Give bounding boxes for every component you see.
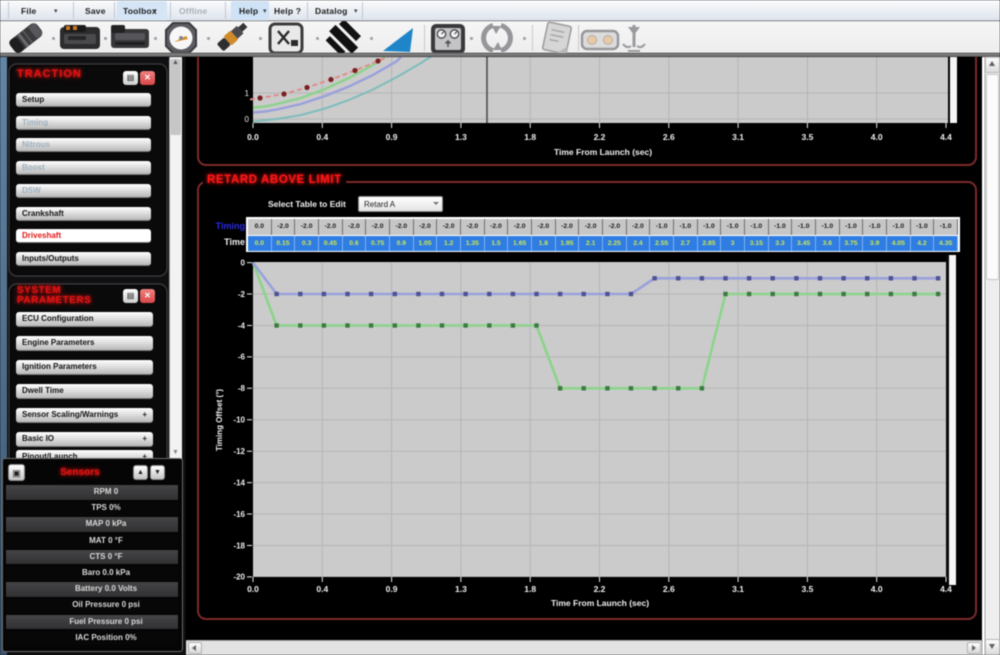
svg-text:1.3: 1.3: [455, 132, 467, 142]
svg-text:-4: -4: [238, 321, 246, 330]
svg-text:Time From Launch (sec): Time From Launch (sec): [551, 598, 649, 608]
svg-text:0.9: 0.9: [386, 132, 398, 142]
svg-text:-16: -16: [233, 510, 245, 519]
svg-text:1.3: 1.3: [455, 584, 467, 594]
svg-text:3.1: 3.1: [732, 584, 744, 594]
svg-text:-20: -20: [233, 573, 245, 582]
svg-text:4.4: 4.4: [940, 584, 952, 594]
svg-text:0.4: 0.4: [316, 584, 328, 594]
svg-text:0: 0: [245, 115, 250, 124]
svg-text:-14: -14: [233, 478, 245, 487]
svg-text:-10: -10: [233, 416, 245, 425]
svg-text:2.2: 2.2: [594, 584, 606, 594]
svg-text:1.8: 1.8: [524, 132, 536, 142]
svg-text:1.8: 1.8: [524, 584, 536, 594]
svg-text:0.0: 0.0: [247, 132, 259, 142]
svg-text:3.5: 3.5: [801, 132, 813, 142]
svg-text:-2: -2: [238, 290, 246, 299]
svg-text:4.0: 4.0: [871, 584, 883, 594]
svg-text:4.0: 4.0: [871, 132, 883, 142]
svg-text:Timing Offset (°): Timing Offset (°): [215, 389, 224, 451]
svg-text:-18: -18: [233, 541, 245, 550]
svg-text:-8: -8: [238, 384, 246, 393]
svg-text:2.2: 2.2: [594, 132, 606, 142]
svg-text:0.9: 0.9: [386, 584, 398, 594]
svg-text:Time From Launch (sec): Time From Launch (sec): [554, 147, 652, 157]
svg-text:4.4: 4.4: [940, 132, 952, 142]
svg-text:-12: -12: [233, 447, 245, 456]
svg-text:2.6: 2.6: [663, 584, 675, 594]
svg-text:1: 1: [245, 89, 250, 98]
svg-text:3.1: 3.1: [732, 132, 744, 142]
svg-text:-6: -6: [238, 353, 246, 362]
svg-text:0.0: 0.0: [247, 584, 259, 594]
svg-text:0.4: 0.4: [316, 132, 328, 142]
svg-text:2.6: 2.6: [663, 132, 675, 142]
svg-text:3.5: 3.5: [801, 584, 813, 594]
svg-text:0: 0: [241, 258, 246, 267]
